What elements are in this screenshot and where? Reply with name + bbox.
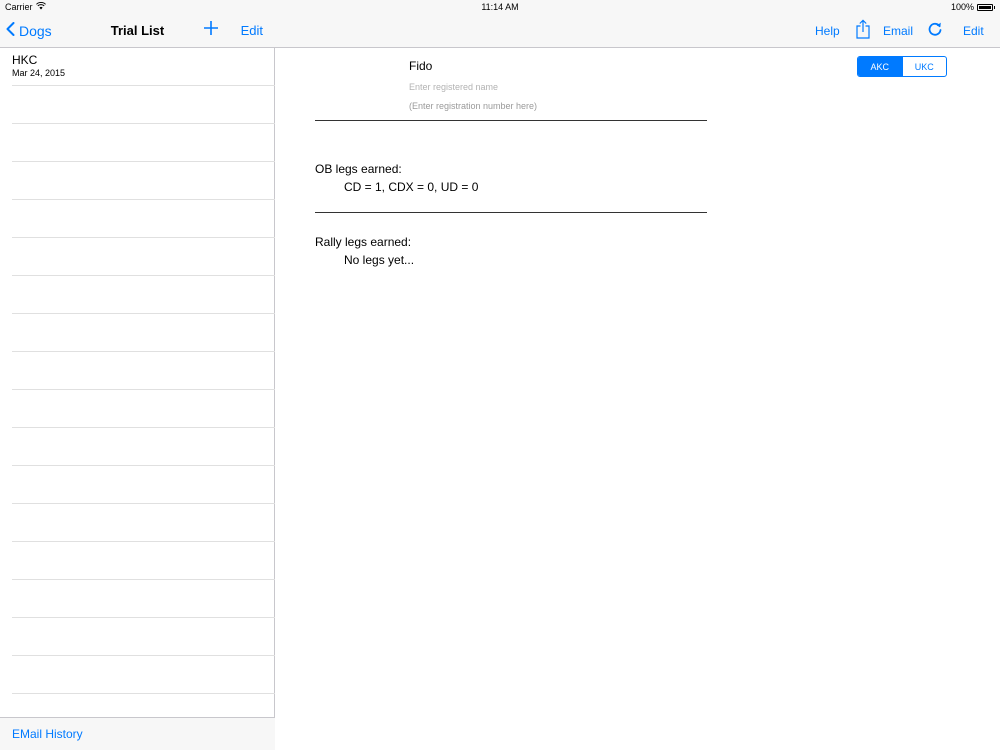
empty-row bbox=[12, 314, 275, 352]
empty-row bbox=[12, 390, 275, 428]
empty-row bbox=[12, 618, 275, 656]
rally-legs-value: No legs yet... bbox=[344, 253, 415, 267]
share-button[interactable] bbox=[856, 19, 870, 39]
detail-pane: Help Email Edit Fido Enter registered na… bbox=[275, 15, 1000, 750]
refresh-button[interactable] bbox=[927, 21, 943, 37]
plus-icon bbox=[203, 21, 219, 40]
add-trial-button[interactable] bbox=[203, 20, 219, 36]
email-button[interactable]: Email bbox=[883, 24, 913, 38]
empty-row bbox=[12, 86, 275, 124]
master-toolbar: EMail History bbox=[0, 717, 275, 750]
trial-list: HKC Mar 24, 2015 bbox=[0, 48, 275, 717]
rally-legs-title: Rally legs earned: bbox=[315, 235, 412, 249]
battery-percent: 100% bbox=[950, 2, 974, 12]
empty-row bbox=[12, 656, 275, 694]
ob-legs-title: OB legs earned: bbox=[315, 162, 402, 176]
divider bbox=[315, 212, 707, 213]
email-history-button[interactable]: EMail History bbox=[12, 727, 83, 741]
empty-row bbox=[12, 276, 275, 314]
master-pane: Dogs Trial List Edit HKC Mar 24, 2015 EMa… bbox=[0, 15, 275, 750]
empty-row bbox=[12, 352, 275, 390]
empty-row bbox=[12, 466, 275, 504]
battery-icon bbox=[977, 3, 993, 11]
dog-name[interactable]: Fido bbox=[409, 59, 432, 73]
empty-row bbox=[12, 162, 275, 200]
empty-row bbox=[12, 124, 275, 162]
trial-date: Mar 24, 2015 bbox=[12, 68, 66, 78]
ob-legs-value: CD = 1, CDX = 0, UD = 0 bbox=[344, 180, 479, 194]
refresh-icon bbox=[927, 22, 943, 41]
trial-row[interactable]: HKC Mar 24, 2015 bbox=[12, 48, 275, 86]
page-title: Trial List bbox=[110, 23, 165, 38]
status-right: 100% bbox=[951, 2, 995, 12]
empty-row bbox=[12, 238, 275, 276]
empty-row bbox=[12, 504, 275, 542]
edit-dog-button[interactable]: Edit bbox=[963, 24, 984, 38]
registry-segmented-control: AKC UKC bbox=[857, 56, 947, 77]
status-bar: Carrier 11:14 AM 100% bbox=[0, 0, 1000, 15]
registration-number-field[interactable]: (Enter registration number here) bbox=[409, 101, 537, 111]
registry-option-akc[interactable]: AKC bbox=[858, 57, 902, 76]
registered-name-field[interactable]: Enter registered name bbox=[409, 82, 498, 92]
empty-row bbox=[12, 428, 275, 466]
trial-name: HKC bbox=[12, 53, 38, 67]
empty-row bbox=[12, 200, 275, 238]
empty-row bbox=[12, 542, 275, 580]
help-button[interactable]: Help bbox=[815, 24, 840, 38]
empty-row bbox=[12, 580, 275, 618]
battery-tip bbox=[994, 5, 995, 9]
share-icon bbox=[856, 19, 870, 43]
registry-option-ukc[interactable]: UKC bbox=[901, 57, 947, 76]
divider bbox=[315, 120, 707, 121]
edit-trials-button[interactable]: Edit bbox=[241, 23, 263, 38]
detail-nav-bar: Help Email Edit bbox=[275, 15, 1000, 48]
master-nav-bar: Dogs Trial List Edit bbox=[0, 15, 275, 48]
clock: 11:14 AM bbox=[481, 2, 519, 12]
